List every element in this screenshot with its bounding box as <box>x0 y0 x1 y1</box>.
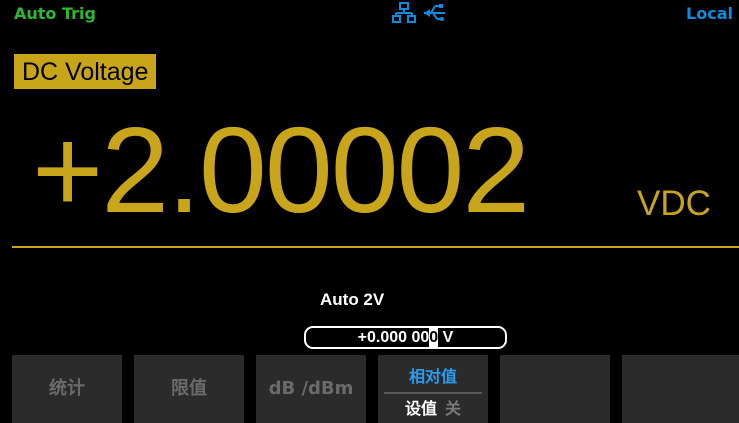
reading-unit: VDC <box>637 184 711 223</box>
setpoint-prefix: +0.000 00 <box>357 329 430 346</box>
softkey-db-dbm[interactable]: dB /dBm <box>256 355 366 423</box>
relative-setpoint-input[interactable]: +0.000 000 V <box>304 326 507 349</box>
softkey-relative[interactable]: 相对值 设值关 <box>378 355 488 423</box>
trigger-status: Auto Trig <box>14 4 96 23</box>
softkey-relative-setting-label: 设值 <box>404 399 437 418</box>
softkey-bar: 统计 限值 dB /dBm 相对值 设值关 <box>12 355 739 423</box>
main-reading: +2.00002 <box>32 102 530 238</box>
network-icon <box>392 2 416 24</box>
setpoint-cursor-digit[interactable]: 0 <box>429 328 439 347</box>
softkey-relative-setting[interactable]: 设值关 <box>378 395 488 423</box>
meter-display: Auto Trig Local DC Voltage +2.00002 VDC … <box>0 0 739 423</box>
softkey-statistics[interactable]: 统计 <box>12 355 122 423</box>
connection-icons <box>392 2 448 24</box>
usb-icon <box>422 2 448 24</box>
softkey-limit[interactable]: 限值 <box>134 355 244 423</box>
softkey-blank-6[interactable] <box>622 355 739 423</box>
softkey-relative-separator <box>384 392 482 394</box>
function-label: DC Voltage <box>14 54 157 89</box>
softkey-blank-5[interactable] <box>500 355 610 423</box>
display-divider <box>12 246 739 248</box>
range-indicator: Auto 2V <box>320 290 385 309</box>
remote-mode-status: Local <box>686 4 733 23</box>
softkey-relative-setting-state: 关 <box>445 399 462 418</box>
setpoint-suffix: V <box>438 329 454 346</box>
softkey-relative-title: 相对值 <box>408 367 457 386</box>
